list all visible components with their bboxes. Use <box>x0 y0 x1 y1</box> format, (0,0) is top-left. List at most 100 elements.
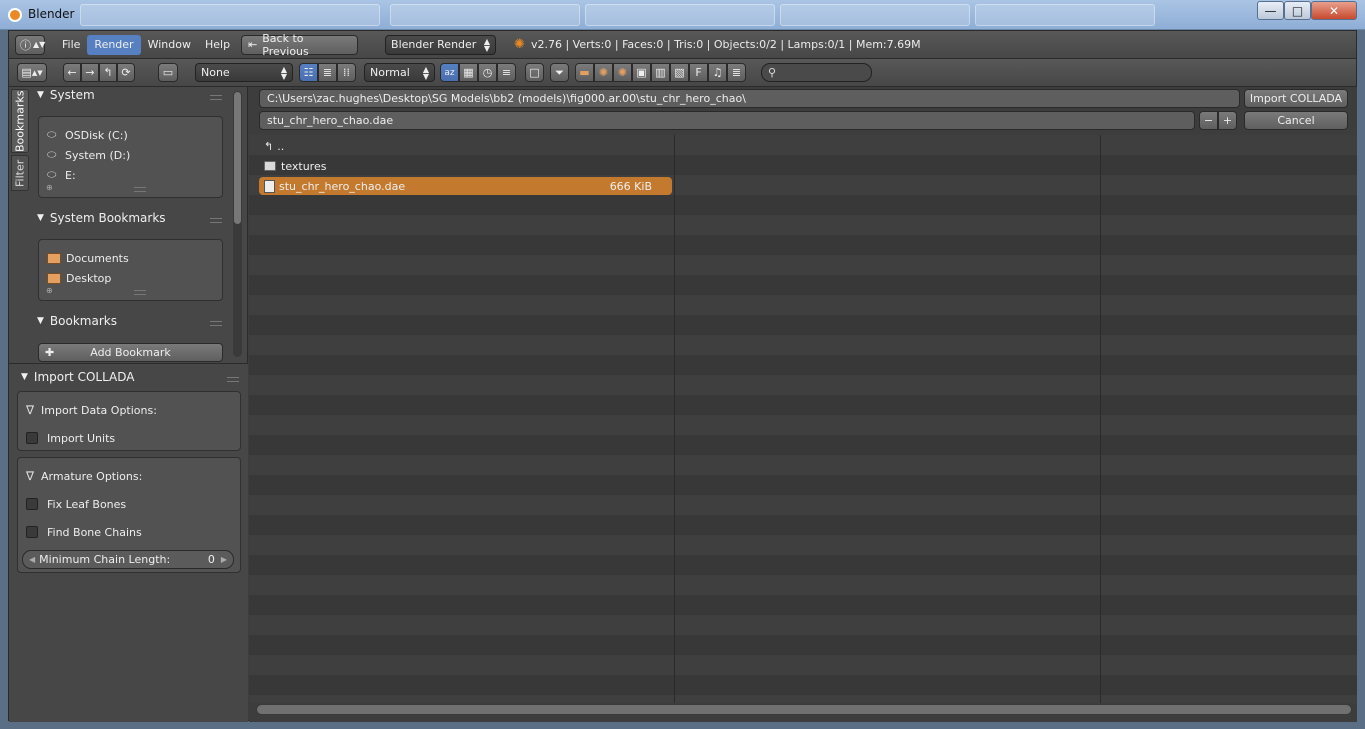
new-folder-icon[interactable]: ▭ <box>158 63 178 82</box>
filename-input[interactable]: stu_chr_hero_chao.dae <box>259 111 1195 130</box>
background-tab <box>780 4 970 26</box>
import-collada-panel-header[interactable]: ▼ Import COLLADA <box>21 367 134 387</box>
parent-folder-icon: ↰ <box>264 139 274 153</box>
cancel-button[interactable]: Cancel <box>1244 111 1348 130</box>
armature-options-box: ∇ Armature Options: Fix Leaf Bones Find B… <box>17 457 241 573</box>
checkbox[interactable] <box>26 432 38 444</box>
column-divider <box>674 135 675 703</box>
system-bookmarks-list: Documents Desktop ⊕ <box>38 239 223 301</box>
fix-leaf-bones-label: Fix Leaf Bones <box>47 497 127 511</box>
filter-icon[interactable]: ⏷ <box>550 63 569 82</box>
minimize-button[interactable]: — <box>1257 1 1284 20</box>
drag-grip-icon[interactable] <box>210 218 222 223</box>
sidebar-scrollbar[interactable] <box>233 91 242 357</box>
fix-leaf-bones-checkbox[interactable]: Fix Leaf Bones <box>26 495 126 513</box>
file-list-area: C:\Users\zac.hughes\Desktop\SG Models\bb… <box>249 87 1357 722</box>
display-size-dropdown[interactable]: Normal ▲ ▼ <box>364 63 435 82</box>
file-row-folder[interactable]: textures <box>259 157 326 175</box>
short-list-icon[interactable]: ☷ <box>299 63 318 82</box>
file-browser-icon: ▤ <box>21 66 32 79</box>
list-item-label: Documents <box>66 251 129 265</box>
back-to-previous-button[interactable]: ⇤ Back to Previous <box>241 32 359 58</box>
refresh-icon[interactable]: ⟳ <box>117 63 135 82</box>
decrement-arrow-icon[interactable]: ◀ <box>29 555 35 564</box>
list-item[interactable]: ⬭ System (D:) <box>47 146 130 164</box>
disk-icon: ⬭ <box>47 128 57 141</box>
editor-type-button[interactable]: ▤ ▲▼ <box>17 63 47 82</box>
list-item[interactable]: Documents <box>47 249 129 267</box>
tab-filter[interactable]: Filter <box>11 155 29 191</box>
back-icon[interactable]: ← <box>63 63 81 82</box>
long-list-icon[interactable]: ≣ <box>318 63 337 82</box>
add-icon[interactable]: ⊕ <box>46 286 53 295</box>
filter-fonts-icon[interactable]: F <box>689 63 708 82</box>
filter-text-icon[interactable]: ≣ <box>727 63 746 82</box>
sort-extension-icon[interactable]: ▦ <box>459 63 478 82</box>
filter-backup-icon[interactable]: ✺ <box>613 63 632 82</box>
file-browser-sidebar: Bookmarks Filter ▼ System ⬭ OSDisk (C:) ⬭… <box>9 87 248 722</box>
minimum-chain-length-field[interactable]: ◀ Minimum Chain Length: 0 ▶ <box>22 550 234 569</box>
increment-filename-button[interactable]: + <box>1218 111 1237 130</box>
checkbox[interactable] <box>26 498 38 510</box>
menu-render[interactable]: Render <box>87 34 141 55</box>
bookmarks-panel-header[interactable]: ▼ Bookmarks <box>37 311 117 331</box>
find-bone-chains-checkbox[interactable]: Find Bone Chains <box>26 523 142 541</box>
filter-blend-icon[interactable]: ✺ <box>594 63 613 82</box>
scrollbar-thumb[interactable] <box>257 705 1351 714</box>
collapse-triangle-icon: ▼ <box>21 372 28 382</box>
import-data-options-text: Import Data Options: <box>41 403 157 417</box>
file-list-scrollbar[interactable] <box>256 704 1352 715</box>
import-collada-button[interactable]: Import COLLADA <box>1244 89 1348 108</box>
resize-grip-icon[interactable] <box>134 290 146 295</box>
list-item[interactable]: Desktop <box>47 269 111 287</box>
search-input[interactable]: ⚲ <box>761 63 872 82</box>
checkbox[interactable] <box>26 526 38 538</box>
add-bookmark-button[interactable]: ✚ Add Bookmark <box>38 343 223 362</box>
sort-size-icon[interactable]: ≡ <box>497 63 516 82</box>
filter-folders-icon[interactable]: ▬ <box>575 63 594 82</box>
scrollbar-thumb[interactable] <box>234 92 241 224</box>
parent-directory-row[interactable]: ↰ .. <box>259 137 284 155</box>
list-item-label: Desktop <box>66 271 112 285</box>
collapse-triangle-icon: ▼ <box>37 90 44 100</box>
filter-movies-icon[interactable]: ▥ <box>651 63 670 82</box>
editor-type-button[interactable]: ⓘ ▲▼ <box>15 34 45 55</box>
add-icon[interactable]: ⊕ <box>46 183 53 192</box>
increment-arrow-icon[interactable]: ▶ <box>221 555 227 564</box>
sort-time-icon[interactable]: ◷ <box>478 63 497 82</box>
disk-icon: ⬭ <box>47 168 57 181</box>
info-icon: ⓘ <box>20 38 31 52</box>
parent-directory-icon[interactable]: ↰ <box>99 63 117 82</box>
sort-alpha-icon[interactable]: az <box>440 63 459 82</box>
tab-bookmarks[interactable]: Bookmarks <box>11 89 29 153</box>
maximize-button[interactable]: □ <box>1284 1 1311 20</box>
filter-scripts-icon[interactable]: ▧ <box>670 63 689 82</box>
armature-options-text: Armature Options: <box>41 469 143 483</box>
system-panel-header[interactable]: ▼ System <box>37 85 95 105</box>
system-bookmarks-panel-header[interactable]: ▼ System Bookmarks <box>37 208 166 228</box>
sidebar-tabs: Bookmarks Filter <box>11 89 29 193</box>
drag-grip-icon[interactable] <box>227 377 239 382</box>
drag-grip-icon[interactable] <box>210 95 222 100</box>
thumbnails-icon[interactable]: ⁞⁞ <box>337 63 356 82</box>
menu-file[interactable]: File <box>55 35 87 55</box>
filter-sounds-icon[interactable]: ♫ <box>708 63 727 82</box>
decrement-filename-button[interactable]: − <box>1199 111 1218 130</box>
close-button[interactable]: ✕ <box>1311 1 1357 20</box>
import-units-checkbox[interactable]: Import Units <box>26 429 115 447</box>
recursion-dropdown[interactable]: None ▲ ▼ <box>195 63 293 82</box>
import-data-options-label: ∇ Import Data Options: <box>26 401 157 419</box>
forward-icon[interactable]: → <box>81 63 99 82</box>
menu-help[interactable]: Help <box>198 35 237 55</box>
filter-images-icon[interactable]: ▣ <box>632 63 651 82</box>
list-item[interactable]: ⬭ OSDisk (C:) <box>47 126 128 144</box>
menu-window[interactable]: Window <box>141 35 198 55</box>
file-row-selected[interactable]: stu_chr_hero_chao.dae 666 KiB <box>259 177 672 195</box>
render-engine-dropdown[interactable]: Blender Render ▲ ▼ <box>385 34 497 55</box>
list-item[interactable]: ⬭ E: <box>47 166 76 184</box>
drag-grip-icon[interactable] <box>210 321 222 326</box>
resize-grip-icon[interactable] <box>134 187 146 192</box>
directory-path-input[interactable]: C:\Users\zac.hughes\Desktop\SG Models\bb… <box>259 89 1240 108</box>
dropdown-arrows-icon: ▲ ▼ <box>483 36 491 53</box>
hide-dot-files-icon[interactable]: □ <box>525 63 544 82</box>
